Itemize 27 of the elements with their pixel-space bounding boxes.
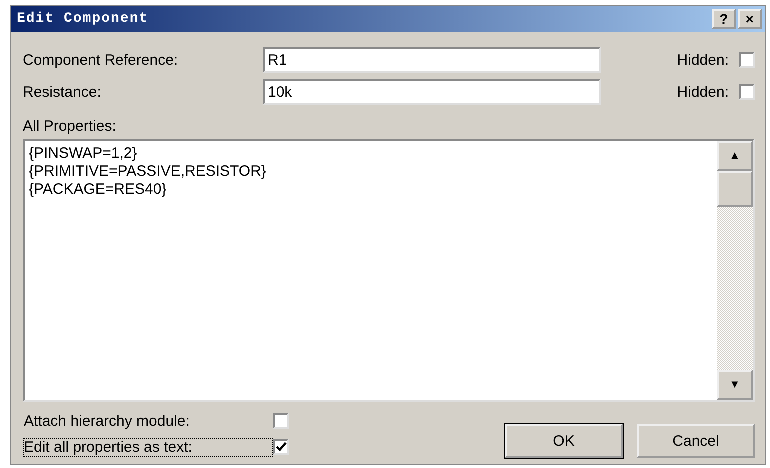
close-button[interactable]: × xyxy=(738,9,762,29)
input-field[interactable]: 10k xyxy=(263,79,601,105)
properties-label: All Properties: xyxy=(23,118,118,135)
checkmark-icon xyxy=(276,442,286,452)
option-checkbox[interactable] xyxy=(273,413,289,429)
option-label: Attach hierarchy module: xyxy=(23,412,191,430)
field-label: Component Reference: xyxy=(23,52,180,68)
scroll-down-button[interactable]: ▼ xyxy=(717,370,753,400)
hidden-label: Hidden: xyxy=(677,52,729,68)
hidden-checkbox[interactable] xyxy=(739,84,755,100)
cancel-button[interactable]: Cancel xyxy=(637,424,755,458)
scroll-up-button[interactable]: ▲ xyxy=(717,141,753,171)
input-field[interactable]: R1 xyxy=(263,47,601,73)
property-line: {PRIMITIVE=PASSIVE,RESISTOR} xyxy=(29,163,268,181)
scroll-thumb[interactable] xyxy=(717,171,753,207)
hidden-checkbox[interactable] xyxy=(739,52,755,68)
ok-button[interactable]: OK xyxy=(505,424,623,458)
help-button[interactable]: ? xyxy=(712,9,736,29)
option-checkbox[interactable] xyxy=(273,439,289,455)
option-label: Edit all properties as text: xyxy=(23,438,273,456)
hidden-label: Hidden: xyxy=(677,84,729,100)
field-label: Resistance: xyxy=(23,84,102,100)
window-title: Edit Component xyxy=(17,11,149,27)
properties-text-area[interactable]: {PINSWAP=1,2} {PRIMITIVE=PASSIVE,RESISTOR} {PACKAGE=RES40} ▲ ▼ xyxy=(23,139,755,402)
scroll-bar[interactable]: ▲ ▼ xyxy=(717,141,753,400)
property-line: {PACKAGE=RES40} xyxy=(29,181,168,199)
property-line: {PINSWAP=1,2} xyxy=(29,145,138,163)
